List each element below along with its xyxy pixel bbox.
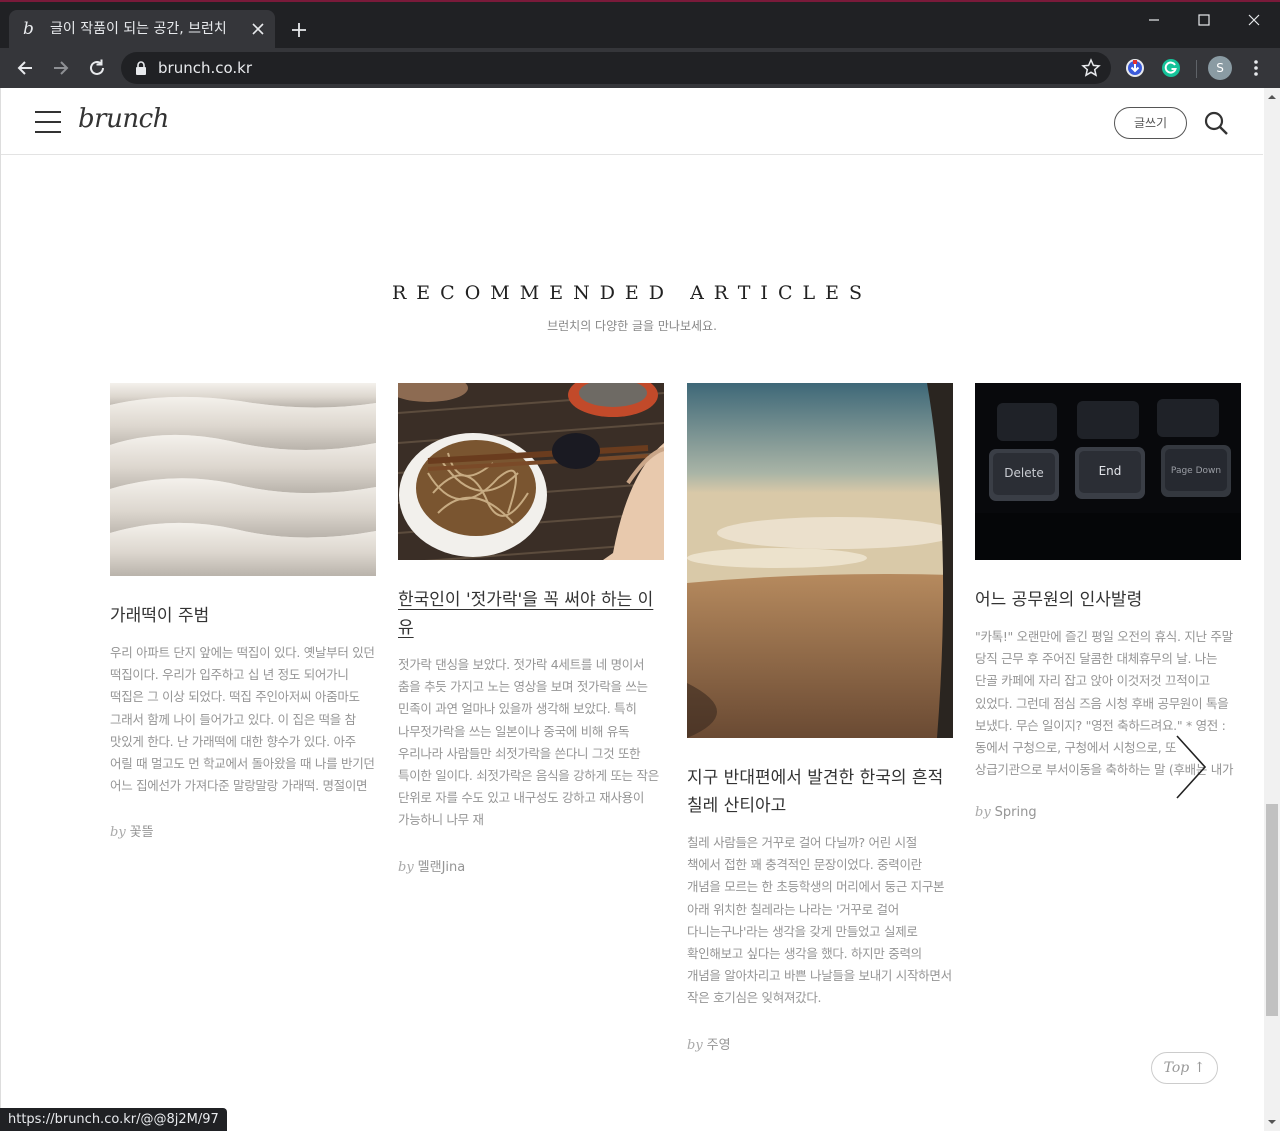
back-arrow-icon[interactable] [14,57,36,79]
section-title: RECOMMENDED ARTICLES [392,282,872,304]
site-header: brunch 글쓰기 [1,88,1263,155]
key-label-delete: Delete [1004,466,1043,480]
article-card[interactable]: 지구 반대편에서 발견한 한국의 흔적 칠레 산티아고 칠레 사람들은 거꾸로 … [687,383,953,1053]
article-author[interactable]: by 멜랜Jina [398,856,664,875]
article-author[interactable]: by Spring [975,805,1241,820]
page-scrollbar[interactable] [1264,88,1280,1131]
page-viewport: brunch 글쓰기 RECOMMENDED ARTICLES 브런치의 다양한… [0,88,1264,1131]
more-menu-icon[interactable] [1246,58,1266,78]
tab-title: 글이 작품이 되는 공간, 브런치 [50,21,227,37]
browser-toolbar: brunch.co.kr S [0,48,1280,88]
scroll-top-button[interactable]: Top ↑ [1151,1052,1218,1084]
reload-icon[interactable] [86,57,108,79]
desert-window-image[interactable] [687,383,953,738]
scroll-up-arrow-icon[interactable] [1268,93,1276,101]
status-url: https://brunch.co.kr/@@8j2M/97 [0,1108,227,1131]
window-close-icon[interactable] [1244,10,1264,30]
hamburger-icon[interactable] [34,110,62,134]
bookmark-star-icon[interactable] [1081,58,1101,78]
minimize-icon[interactable] [1144,10,1164,30]
section-subtitle: 브런치의 다양한 글을 만나보세요. [547,319,717,333]
keyboard-image[interactable]: Delete End Page Down [975,383,1241,560]
close-icon[interactable] [249,20,267,38]
rice-cake-image[interactable] [110,383,376,576]
noodle-bowl-image[interactable] [398,383,664,560]
download-extension-icon[interactable] [1125,58,1145,78]
plus-icon[interactable] [289,20,309,40]
scroll-thumb[interactable] [1266,804,1278,1016]
lock-icon [136,61,146,75]
article-title[interactable]: 어느 공무원의 인사발령 [975,586,1241,614]
scroll-down-arrow-icon[interactable] [1268,1118,1276,1126]
maximize-icon[interactable] [1194,10,1214,30]
article-author[interactable]: by 주영 [687,1034,953,1053]
brunch-logo[interactable]: brunch [78,104,169,134]
toolbar-divider [1196,60,1197,78]
brunch-b-icon: b [23,19,34,39]
address-bar[interactable]: brunch.co.kr [121,52,1111,84]
article-excerpt: 젓가락 댄싱을 보았다. 젓가락 4세트를 네 명이서 춤을 추듯 가지고 노는… [398,657,659,828]
grammarly-icon[interactable] [1161,58,1181,78]
browser-tab[interactable]: b 글이 작품이 되는 공간, 브런치 [9,10,275,50]
key-label-end: End [1099,464,1122,478]
article-title[interactable]: 지구 반대편에서 발견한 한국의 흔적 칠레 산티아고 [687,764,953,820]
browser-tab-bar: b 글이 작품이 되는 공간, 브런치 [0,0,1280,50]
article-excerpt: 칠레 사람들은 거꾸로 걸어 다닐까? 어린 시절 책에서 접한 꽤 충격적인 … [687,835,952,1006]
article-excerpt: 우리 아파트 단지 앞에는 떡집이 있다. 옛날부터 있던 떡집이다. 우리가 … [110,645,375,794]
url-text: brunch.co.kr [158,59,253,77]
article-card[interactable]: 가래떡이 주범 우리 아파트 단지 앞에는 떡집이 있다. 옛날부터 있던 떡집… [110,383,376,840]
key-label-page-down: Page Down [1171,466,1221,476]
search-icon[interactable] [1203,110,1229,136]
forward-arrow-icon[interactable] [50,57,72,79]
profile-avatar[interactable]: S [1208,56,1232,80]
article-title[interactable]: 가래떡이 주범 [110,602,376,630]
article-card[interactable]: 한국인이 '젓가락'을 꼭 써야 하는 이유 젓가락 댄싱을 보았다. 젓가락 … [398,383,664,875]
article-title[interactable]: 한국인이 '젓가락'을 꼭 써야 하는 이유 [398,586,664,642]
article-author[interactable]: by 꽃뜰 [110,821,376,840]
write-button[interactable]: 글쓰기 [1114,107,1187,139]
chevron-right-icon[interactable] [1174,734,1208,800]
